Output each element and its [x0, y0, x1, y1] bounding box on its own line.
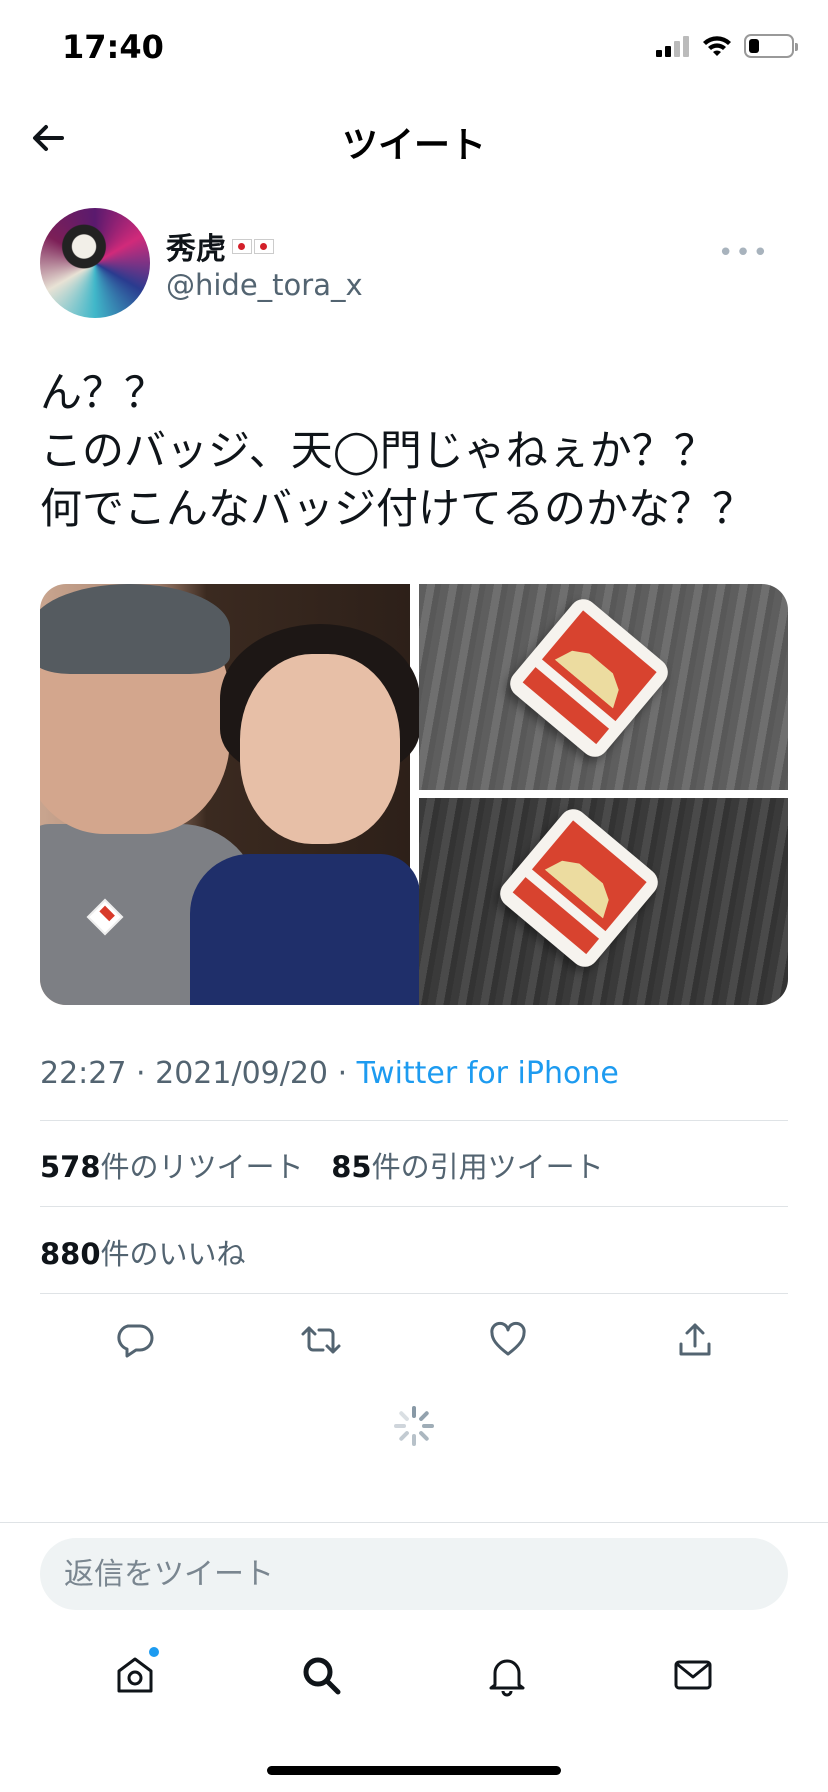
loading-spinner-icon	[392, 1404, 436, 1448]
quotes-label: 件の引用ツイート	[371, 1150, 604, 1184]
notifications-icon	[489, 1659, 525, 1697]
tab-search[interactable]	[291, 1645, 351, 1705]
display-name: 秀虎	[166, 232, 226, 267]
photo-badge-closeup-1[interactable]	[419, 584, 788, 790]
notification-dot	[149, 1647, 159, 1657]
tweet-media-grid	[40, 584, 788, 1005]
share-button[interactable]	[667, 1312, 723, 1368]
like-icon	[489, 1321, 526, 1356]
messages-icon	[674, 1660, 712, 1690]
likes-label: 件のいいね	[100, 1237, 246, 1271]
tweet-date: 2021/09/20	[155, 1056, 329, 1091]
like-button[interactable]	[480, 1312, 536, 1368]
tweet-actions	[40, 1312, 788, 1368]
tab-bar	[0, 1640, 828, 1710]
divider	[0, 1522, 828, 1523]
photo-badge-closeup-2[interactable]	[419, 798, 788, 1005]
tweet-meta: 22:27 · 2021/09/20 · Twitter for iPhone	[40, 1056, 619, 1091]
flag-emoji-icon	[232, 238, 274, 254]
home-icon	[117, 1657, 153, 1693]
tweet-text: ん？？ このバッジ、天◯門じゃねぇか？？ 何でこんなバッジ付けてるのかな？？	[40, 364, 800, 538]
status-icons	[656, 34, 798, 58]
signal-icon	[656, 36, 689, 57]
tweet-line: ん？？	[40, 368, 167, 417]
reply-icon	[116, 1324, 153, 1358]
more-dots-icon: •••	[717, 238, 770, 268]
author-name-row[interactable]: 秀虎	[166, 224, 274, 268]
divider	[40, 1206, 788, 1207]
page-title: ツイート	[341, 125, 486, 166]
search-icon	[303, 1657, 341, 1695]
retweets-link[interactable]: 578件のリツイート	[40, 1150, 304, 1184]
likes-count: 880	[40, 1237, 101, 1271]
battery-level	[749, 39, 759, 53]
retweet-icon	[301, 1326, 340, 1354]
divider	[40, 1293, 788, 1294]
likes-link[interactable]: 880件のいいね	[40, 1231, 246, 1273]
quotes-count: 85	[331, 1150, 372, 1184]
tweet-line: このバッジ、天◯門じゃねぇか？？	[40, 426, 716, 475]
photo-selfie[interactable]	[40, 584, 420, 1005]
status-time: 17:40	[62, 28, 164, 66]
meta-separator: ·	[136, 1056, 146, 1091]
share-icon	[679, 1323, 710, 1356]
retweet-button[interactable]	[293, 1312, 349, 1368]
reply-input[interactable]	[40, 1538, 788, 1610]
tab-messages[interactable]	[663, 1645, 723, 1705]
retweet-stats: 578件のリツイート 85件の引用ツイート	[40, 1144, 604, 1186]
tab-notifications[interactable]	[477, 1645, 537, 1705]
retweets-count: 578	[40, 1150, 101, 1184]
home-indicator	[267, 1766, 561, 1775]
reply-button[interactable]	[106, 1312, 162, 1368]
quotes-link[interactable]: 85件の引用ツイート	[331, 1150, 603, 1184]
reply-box[interactable]	[40, 1538, 788, 1610]
battery-icon	[744, 34, 798, 58]
retweets-label: 件のリツイート	[100, 1150, 304, 1184]
author-handle[interactable]: @hide_tora_x	[166, 268, 363, 302]
tweet-line: 何でこんなバッジ付けてるのかな？？	[40, 484, 755, 533]
meta-separator: ·	[337, 1056, 348, 1091]
wifi-icon	[703, 36, 731, 56]
tab-home[interactable]	[105, 1645, 165, 1705]
avatar[interactable]	[40, 208, 150, 318]
more-button[interactable]: •••	[718, 238, 770, 268]
tweet-source-link[interactable]: Twitter for iPhone	[357, 1056, 619, 1091]
tweet-time: 22:27	[40, 1056, 127, 1091]
divider	[40, 1120, 788, 1121]
